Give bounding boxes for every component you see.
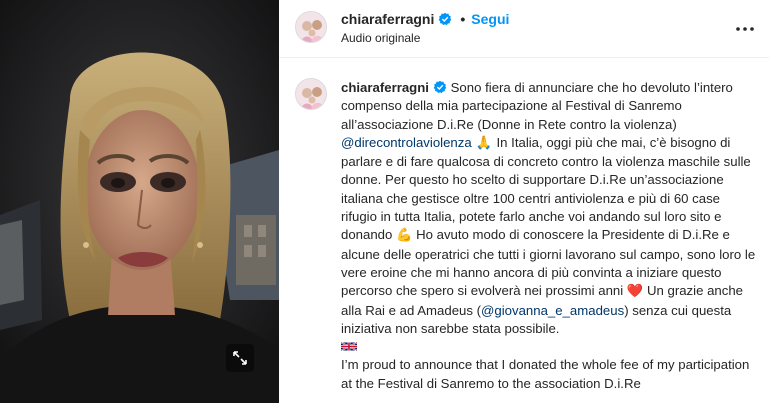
- flexed-biceps-emoji: 💪: [396, 228, 413, 244]
- post-video[interactable]: [0, 0, 279, 403]
- verified-badge-icon: [433, 80, 447, 94]
- header-username[interactable]: chiaraferragni: [341, 11, 434, 27]
- caption-username[interactable]: chiaraferragni: [341, 80, 429, 95]
- separator-dot: •: [460, 11, 466, 27]
- caption-text: chiaraferragni Sono fiera di annunciare …: [341, 79, 759, 393]
- post-details-panel: chiaraferragni • Segui Audio originale c…: [279, 0, 769, 403]
- pray-emoji: 🙏: [471, 135, 497, 151]
- caption-english: I’m proud to announce that I donated the…: [341, 357, 750, 391]
- follow-button[interactable]: Segui: [471, 11, 509, 27]
- header-user-row: chiaraferragni • Segui: [341, 11, 509, 27]
- uk-flag-icon: [341, 341, 357, 352]
- more-options-button[interactable]: [733, 17, 757, 41]
- post-header: chiaraferragni • Segui Audio originale: [279, 0, 769, 58]
- caption-avatar[interactable]: [295, 78, 327, 110]
- more-horizontal-icon: [736, 27, 754, 31]
- profile-picture: [296, 79, 326, 109]
- mention-direcontrolaviolenza[interactable]: @direcontrolaviolenza: [341, 135, 472, 150]
- post-caption: chiaraferragni Sono fiera di annunciare …: [279, 58, 769, 403]
- red-heart-emoji: ❤️: [626, 284, 644, 300]
- avatar[interactable]: [295, 11, 327, 43]
- expand-button[interactable]: [226, 344, 254, 372]
- video-frame-image: [0, 0, 279, 403]
- profile-picture: [296, 12, 326, 42]
- mention-giovanna-e-amadeus[interactable]: @giovanna_e_amadeus: [481, 303, 624, 318]
- expand-arrows-icon: [233, 351, 247, 365]
- audio-link[interactable]: Audio originale: [341, 31, 420, 45]
- verified-badge-icon: [439, 12, 452, 26]
